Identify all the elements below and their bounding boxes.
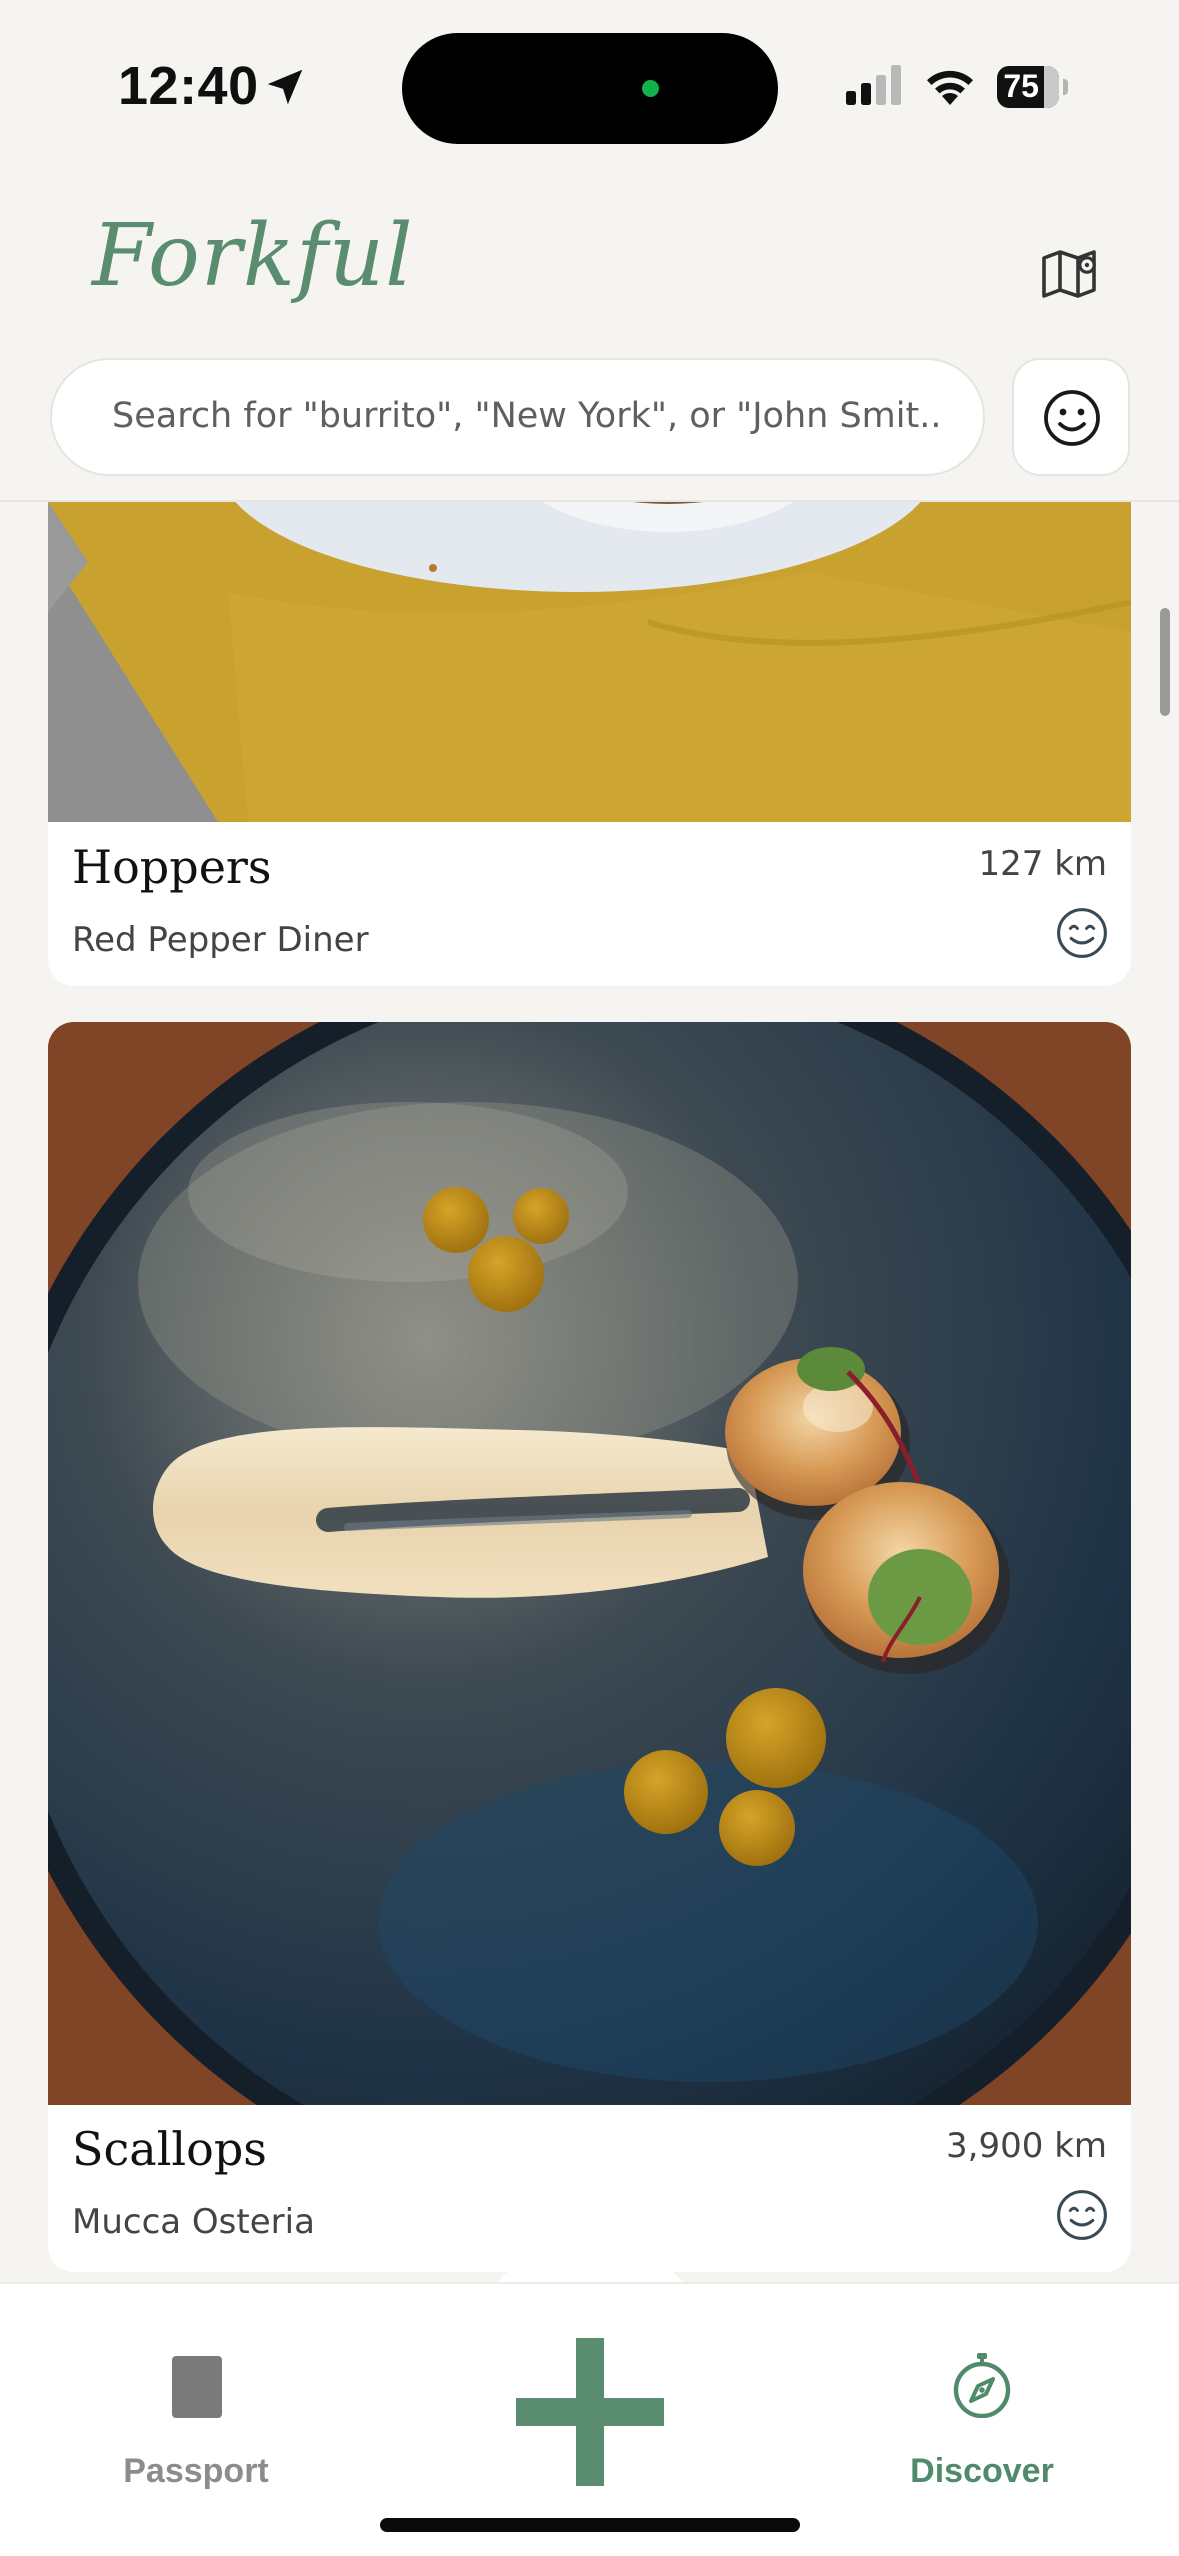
battery-tip [1063, 79, 1068, 95]
wifi-icon [927, 70, 973, 105]
dish-name: Hoppers [72, 840, 272, 894]
restaurant-name[interactable]: Red Pepper Diner [72, 920, 369, 960]
battery-level: 75 [1003, 68, 1039, 104]
distance-label: 3,900 km [946, 2126, 1107, 2166]
location-arrow-icon [267, 69, 303, 105]
camera-indicator [642, 80, 659, 97]
dish-name: Scallops [72, 2122, 267, 2176]
dish-photo[interactable] [48, 1022, 1131, 2105]
status-bar: 12:40 75 [0, 0, 1179, 170]
compass-icon [953, 2353, 1011, 2418]
tab-passport[interactable]: Passport [66, 2284, 326, 2490]
tab-label: Passport [123, 2452, 269, 2490]
dish-card[interactable]: Hoppers Red Pepper Diner 127 km [48, 502, 1131, 986]
home-indicator[interactable] [380, 2518, 800, 2532]
smiling-face-icon [1057, 2190, 1107, 2240]
status-time: 12:40 [118, 56, 259, 116]
smiley-icon [1044, 390, 1100, 446]
passport-icon [172, 2356, 222, 2418]
dish-feed[interactable]: Hoppers Red Pepper Diner 127 km Scallops… [0, 502, 1179, 2277]
tab-bar: Passport Discover [0, 2282, 1179, 2556]
scrollbar[interactable] [1160, 608, 1170, 716]
map-icon[interactable] [1040, 248, 1100, 300]
cellular-signal-icon [846, 65, 901, 105]
battery-icon: 75 [997, 66, 1059, 108]
dish-photo[interactable] [48, 502, 1131, 822]
tab-discover[interactable]: Discover [852, 2284, 1112, 2490]
search-placeholder: Search for "burrito", "New York", or "Jo… [112, 396, 942, 436]
dynamic-island [402, 33, 778, 144]
restaurant-name[interactable]: Mucca Osteria [72, 2202, 315, 2242]
distance-label: 127 km [978, 844, 1107, 884]
plus-icon[interactable] [512, 2334, 668, 2490]
mood-filter-button[interactable] [1012, 358, 1130, 476]
dish-card[interactable]: Scallops Mucca Osteria 3,900 km [48, 1022, 1131, 2272]
app-logo: Forkful [92, 206, 414, 306]
smiling-face-icon [1057, 908, 1107, 958]
search-input[interactable]: Search for "burrito", "New York", or "Jo… [50, 358, 985, 476]
tab-label: Discover [910, 2452, 1054, 2490]
